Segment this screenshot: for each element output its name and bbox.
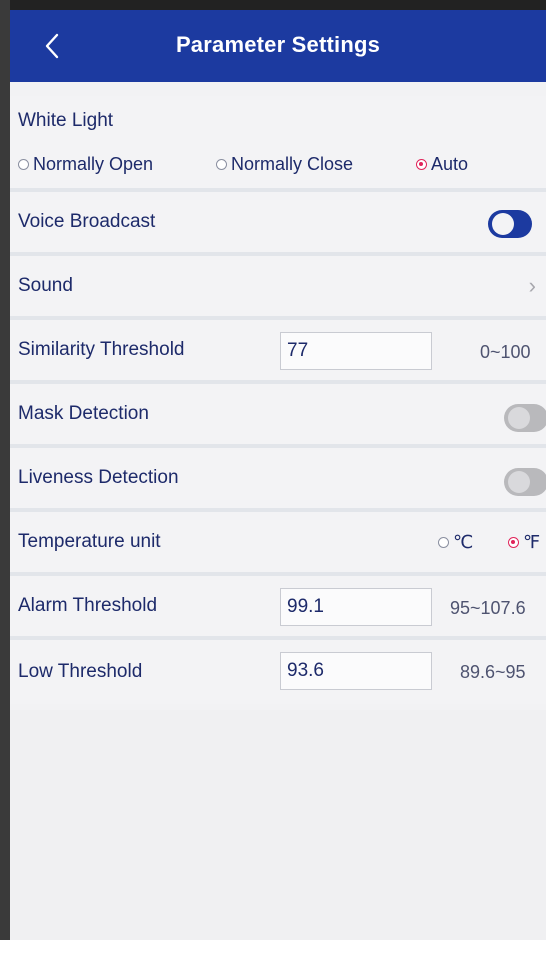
radio-checked-icon xyxy=(416,159,427,170)
mask-detection-row: Mask Detection xyxy=(10,384,546,448)
similarity-threshold-row: Similarity Threshold 77 0~100 xyxy=(10,320,546,384)
low-threshold-range: 89.6~95 xyxy=(460,662,526,682)
voice-broadcast-toggle[interactable] xyxy=(488,210,532,238)
low-threshold-input[interactable]: 93.6 xyxy=(280,652,432,690)
similarity-threshold-input[interactable]: 77 xyxy=(280,332,432,370)
sound-label: Sound xyxy=(18,275,73,296)
voice-broadcast-row: Voice Broadcast xyxy=(10,192,546,256)
mask-detection-label: Mask Detection xyxy=(18,403,149,424)
liveness-detection-toggle[interactable] xyxy=(504,468,546,496)
option-label: Auto xyxy=(431,154,469,174)
liveness-detection-label: Liveness Detection xyxy=(18,467,179,488)
temperature-celsius-option[interactable]: ℃ xyxy=(438,532,473,553)
mask-detection-toggle[interactable] xyxy=(504,404,546,432)
white-light-label: White Light xyxy=(18,110,114,131)
chevron-right-icon: › xyxy=(528,273,536,298)
alarm-threshold-label: Alarm Threshold xyxy=(18,595,158,616)
alarm-threshold-row: Alarm Threshold 99.1 95~107.6 xyxy=(10,576,546,640)
low-threshold-label: Low Threshold xyxy=(18,661,143,682)
temperature-unit-row: Temperature unit ℃ ℉ xyxy=(10,512,546,576)
alarm-threshold-range: 95~107.6 xyxy=(450,598,526,618)
device-left-bezel xyxy=(0,0,10,940)
app-header: Parameter Settings xyxy=(10,10,546,82)
option-label: Normally Open xyxy=(33,154,154,174)
settings-screen: Parameter Settings White Light Normally … xyxy=(10,10,546,940)
white-light-normally-open-option[interactable]: Normally Open xyxy=(18,154,153,175)
option-label: ℉ xyxy=(523,532,541,552)
radio-checked-icon xyxy=(508,537,519,548)
similarity-threshold-label: Similarity Threshold xyxy=(18,339,185,360)
empty-content-area xyxy=(10,710,546,940)
similarity-threshold-range: 0~100 xyxy=(480,342,531,362)
white-light-row: White Light Normally Open Normally Close… xyxy=(10,96,546,192)
alarm-threshold-input[interactable]: 99.1 xyxy=(280,588,432,626)
liveness-detection-row: Liveness Detection xyxy=(10,448,546,512)
voice-broadcast-label: Voice Broadcast xyxy=(18,211,156,232)
page-title: Parameter Settings xyxy=(175,32,381,57)
white-light-normally-close-option[interactable]: Normally Close xyxy=(216,154,353,175)
radio-unchecked-icon xyxy=(438,537,449,548)
temperature-fahrenheit-option[interactable]: ℉ xyxy=(508,532,540,553)
sound-row[interactable]: Sound › xyxy=(10,256,546,320)
option-label: Normally Close xyxy=(231,154,354,174)
white-light-auto-option[interactable]: Auto xyxy=(416,154,468,175)
temperature-unit-label: Temperature unit xyxy=(18,531,161,552)
radio-unchecked-icon xyxy=(216,159,227,170)
device-photo-frame: Parameter Settings White Light Normally … xyxy=(0,0,546,977)
low-threshold-row: Low Threshold 93.6 89.6~95 xyxy=(10,640,546,704)
device-top-bezel xyxy=(0,0,546,10)
radio-unchecked-icon xyxy=(18,159,29,170)
option-label: ℃ xyxy=(453,532,474,552)
